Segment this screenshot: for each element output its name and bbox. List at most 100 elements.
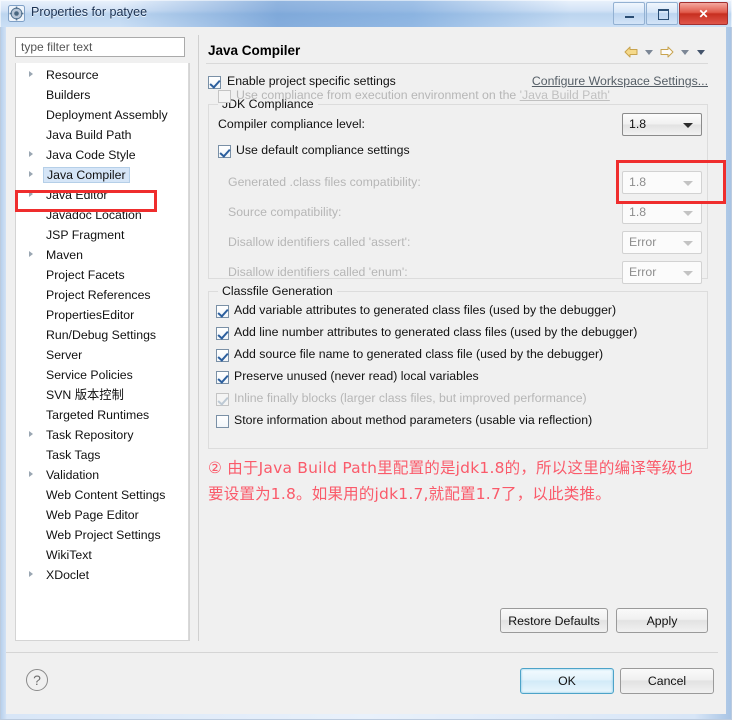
expand-chevron-right-icon[interactable] [29,191,33,197]
sidebar-item-label: Java Compiler [43,167,130,183]
forward-arrow-icon[interactable] [658,44,676,60]
back-arrow-icon[interactable] [622,44,640,60]
sidebar-item-server[interactable]: Server [16,345,189,365]
sidebar-item-web-project-settings[interactable]: Web Project Settings [16,525,189,545]
enable-project-specific-label: Enable project specific settings [227,74,396,88]
sidebar-item-label: Web Page Editor [46,508,139,522]
configure-workspace-settings-link[interactable]: Configure Workspace Settings... [532,74,708,88]
expand-chevron-right-icon[interactable] [29,251,33,257]
classfile-option-checkbox[interactable] [216,371,229,384]
use-default-compliance-checkbox[interactable] [218,145,231,158]
sidebar-item-label: Java Code Style [46,148,136,162]
compliance-row-value: 1.8 [629,205,647,219]
chevron-down-icon [683,271,693,276]
maximize-icon [658,9,669,20]
expand-chevron-right-icon[interactable] [29,151,33,157]
title-bar[interactable]: Properties for patyee ✕ [0,0,732,27]
sidebar-item-propertieseditor[interactable]: PropertiesEditor [16,305,189,325]
expand-chevron-right-icon[interactable] [29,471,33,477]
sidebar-item-label: JSP Fragment [46,228,125,242]
sidebar-item-task-tags[interactable]: Task Tags [16,445,189,465]
sidebar-item-service-policies[interactable]: Service Policies [16,365,189,385]
classfile-option-checkbox[interactable] [216,349,229,362]
sidebar-item-label: WikiText [46,548,92,562]
sidebar-item-label: Service Policies [46,368,133,382]
expand-chevron-right-icon[interactable] [29,171,33,177]
sidebar-item-jsp-fragment[interactable]: JSP Fragment [16,225,189,245]
sidebar-item-label: Web Content Settings [46,488,166,502]
sidebar-item-xdoclet[interactable]: XDoclet [16,565,189,585]
tree-divider [188,63,189,640]
close-icon: ✕ [698,6,709,21]
sidebar-item-targeted-runtimes[interactable]: Targeted Runtimes [16,405,189,425]
sidebar-item-builders[interactable]: Builders [16,85,189,105]
restore-defaults-button[interactable]: Restore Defaults [500,608,608,633]
expand-chevron-right-icon[interactable] [29,431,33,437]
classfile-option-checkbox[interactable] [216,327,229,340]
classfile-generation-group-title: Classfile Generation [218,284,337,298]
sidebar-item-task-repository[interactable]: Task Repository [16,425,189,445]
sidebar-item-label: Web Project Settings [46,528,161,542]
sidebar-item-project-references[interactable]: Project References [16,285,189,305]
close-button[interactable]: ✕ [679,2,728,25]
expand-chevron-right-icon[interactable] [29,571,33,577]
maximize-button[interactable] [646,2,678,25]
minimize-button[interactable] [613,2,645,25]
classfile-option-label: Add source file name to generated class … [234,347,604,361]
classfile-option-checkbox[interactable] [216,305,229,318]
compliance-row-label: Generated .class files compatibility: [228,175,421,189]
sidebar-item-java-editor[interactable]: Java Editor [16,185,189,205]
sidebar-item-project-facets[interactable]: Project Facets [16,265,189,285]
java-build-path-link: 'Java Build Path' [519,88,610,102]
sidebar-item-wikitext[interactable]: WikiText [16,545,189,565]
dialog-body: type filter text Resource Builders Deploym… [6,27,726,714]
classfile-option-checkbox[interactable] [216,415,229,428]
sidebar-item-label: XDoclet [46,568,90,582]
settings-tree[interactable]: Resource Builders Deployment Assembly Java … [15,63,190,641]
use-execution-environment-checkbox [218,90,231,103]
sidebar-item-maven[interactable]: Maven [16,245,189,265]
page-title-rule [206,63,708,64]
sidebar-item-label: Project References [46,288,151,302]
back-history-chevron-down-icon[interactable] [645,49,653,55]
sidebar-item-deployment-assembly[interactable]: Deployment Assembly [16,105,189,125]
window-controls: ✕ [612,2,728,25]
help-button[interactable]: ? [26,669,48,691]
sidebar-item-label: Maven [46,248,83,262]
ok-button[interactable]: OK [520,668,614,694]
sidebar-item-validation[interactable]: Validation [16,465,189,485]
sidebar-item-svn[interactable]: SVN 版本控制 [16,385,189,405]
expand-chevron-right-icon[interactable] [29,71,33,77]
sidebar-item-label: Javadoc Location [46,208,142,222]
sidebar-item-java-build-path[interactable]: Java Build Path [16,125,189,145]
sidebar-item-label: Run/Debug Settings [46,328,157,342]
sidebar-item-resource[interactable]: Resource [16,65,189,85]
sidebar-item-run-debug-settings[interactable]: Run/Debug Settings [16,325,189,345]
sidebar-item-label: Validation [46,468,100,482]
enable-project-specific-checkbox[interactable] [208,76,221,89]
sidebar-item-java-compiler[interactable]: Java Compiler [16,165,189,185]
cancel-button[interactable]: Cancel [620,668,714,694]
compliance-row-value: Error [629,265,657,279]
title-bar-sheen [120,0,570,27]
forward-history-chevron-down-icon[interactable] [681,49,689,55]
chevron-down-icon [683,211,693,216]
minimize-icon [625,16,634,18]
sidebar-item-label: SVN 版本控制 [46,388,124,402]
compliance-row-label: Disallow identifiers called 'enum': [228,265,408,279]
classfile-option-label: Inline finally blocks (larger class file… [234,391,587,405]
compiler-compliance-level-combo[interactable]: 1.8 [622,113,702,136]
compiler-compliance-level-value: 1.8 [629,117,647,131]
sidebar-item-label: Server [46,348,83,362]
apply-button[interactable]: Apply [616,608,708,633]
sidebar-item-web-page-editor[interactable]: Web Page Editor [16,505,189,525]
filter-input[interactable]: type filter text [15,37,185,57]
compiler-compliance-level-label: Compiler compliance level: [218,117,365,131]
classfile-option-label: Add variable attributes to generated cla… [234,303,617,317]
view-menu-chevron-down-icon[interactable] [697,49,705,55]
sidebar-item-javadoc-location[interactable]: Javadoc Location [16,205,189,225]
sidebar-item-web-content-settings[interactable]: Web Content Settings [16,485,189,505]
sidebar-item-java-code-style[interactable]: Java Code Style [16,145,189,165]
content-pane: type filter text Resource Builders Deploym… [6,27,726,653]
annotation-note: ② 由于Java Build Path里配置的是jdk1.8的，所以这里的编译等… [208,459,694,503]
